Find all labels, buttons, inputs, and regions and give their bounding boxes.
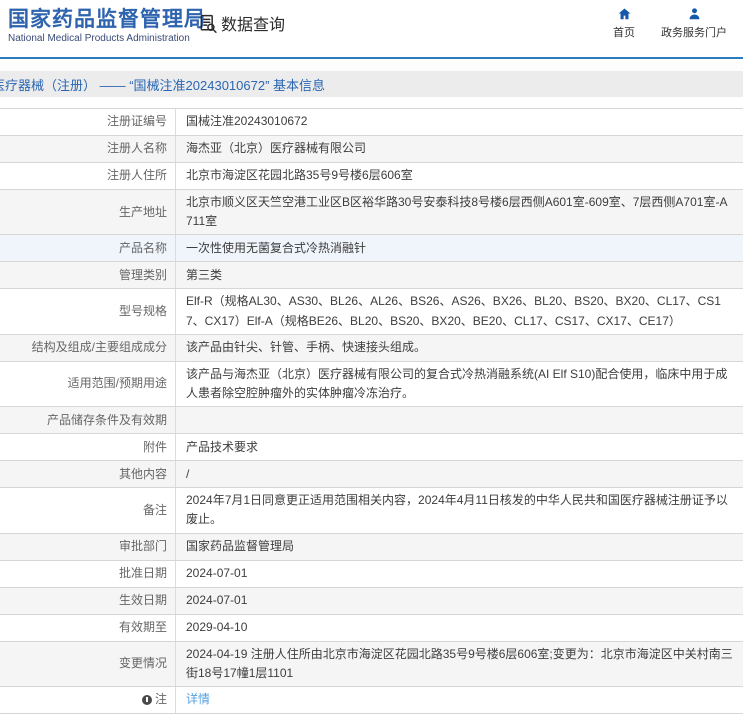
row-value: 一次性使用无菌复合式冷热消融针 xyxy=(186,240,367,255)
row-value: 详情 xyxy=(176,687,743,712)
table-row: 产品名称 一次性使用无菌复合式冷热消融针 xyxy=(0,235,743,263)
row-value: 2024年7月1日同意更正适用范围相关内容，2024年4月11日核发的中华人民共… xyxy=(186,493,728,527)
row-label-text: 产品储存条件及有效期 xyxy=(46,412,167,427)
row-label-text: 备注 xyxy=(142,502,167,517)
row-label: 生效日期 xyxy=(0,587,176,614)
data-query-icon xyxy=(198,13,218,34)
note-icon xyxy=(141,694,152,705)
row-label: 变更情况 xyxy=(0,641,176,686)
row-label-text: 注册人名称 xyxy=(106,141,167,156)
row-value: 国家药品监督管理局 xyxy=(186,538,295,553)
table-row: 附件 产品技术要求 xyxy=(0,434,743,462)
row-value: 国械注准20243010672 xyxy=(186,114,308,129)
details-link[interactable]: 详情 xyxy=(186,692,210,706)
table-row: 其他内容 / xyxy=(0,461,743,489)
row-label: 型号规格 xyxy=(0,289,176,334)
row-label: 有效期至 xyxy=(0,614,176,641)
row-value: 海杰亚（北京）医疗器械有限公司 xyxy=(186,141,367,156)
row-label-text: 适用范围/预期用途 xyxy=(67,376,167,391)
data-query-nav[interactable]: 数据查询 xyxy=(198,11,285,35)
table-row: 适用范围/预期用途 该产品与海杰亚（北京）医疗器械有限公司的复合式冷热消融系统(A… xyxy=(0,361,743,408)
row-label-text: 生效日期 xyxy=(118,592,167,607)
nav-home-label: 首页 xyxy=(613,27,635,39)
page-title: 医疗器械（注册） —— “国械注准20243010672” 基本信息 xyxy=(0,77,326,93)
table-row: 型号规格 Elf-R（规格AL30、AS30、BL26、AL26、BS26、AS2… xyxy=(0,289,743,335)
row-label-text: 型号规格 xyxy=(118,303,167,318)
row-value: 2024-07-01 xyxy=(186,592,248,607)
row-label-text: 管理类别 xyxy=(118,267,167,282)
table-row: 注册证编号 国械注准20243010672 xyxy=(0,109,743,136)
home-icon xyxy=(617,7,632,21)
table-row: 注 详情 xyxy=(0,686,743,714)
row-value: 2024-04-19 注册人住所由北京市海淀区花园北路35号9号楼6层606室;… xyxy=(186,646,733,680)
row-label-text: 其他内容 xyxy=(118,466,167,481)
logo-title: 国家药品监督管理局 xyxy=(8,8,206,31)
row-label-text: 生产地址 xyxy=(118,204,167,219)
row-value: 2024-07-01 xyxy=(186,565,248,580)
spacer xyxy=(0,59,743,71)
row-label: 结构及组成/主要组成成分 xyxy=(0,334,176,361)
page: 国家药品监督管理局 National Medical Products Admi… xyxy=(0,0,743,714)
row-value: 该产品与海杰亚（北京）医疗器械有限公司的复合式冷热消融系统(AI Elf S10… xyxy=(186,366,728,400)
row-value xyxy=(176,417,743,423)
table-row: 注册人名称 海杰亚（北京）医疗器械有限公司 xyxy=(0,136,743,163)
data-query-label: 数据查询 xyxy=(221,17,286,34)
row-label: 注册人住所 xyxy=(0,163,176,189)
row-value: 北京市顺义区天竺空港工业区B区裕华路30号安泰科技8号楼6层西侧A601室-60… xyxy=(186,195,728,229)
row-label-text: 附件 xyxy=(142,439,167,454)
row-label: 注册证编号 xyxy=(0,109,176,135)
nav-portal-label: 政务服务门户 xyxy=(661,27,727,39)
row-label: 审批部门 xyxy=(0,533,176,560)
row-label-text: 产品名称 xyxy=(118,240,167,255)
row-value: 产品技术要求 xyxy=(186,439,259,454)
row-label-text: 审批部门 xyxy=(118,538,167,553)
user-icon xyxy=(687,7,702,21)
row-value: 2029-04-10 xyxy=(186,619,248,634)
table-row: 注册人住所 北京市海淀区花园北路35号9号楼6层606室 xyxy=(0,163,743,190)
row-label-text: 有效期至 xyxy=(118,619,167,634)
table-row: 有效期至 2029-04-10 xyxy=(0,614,743,642)
row-value: Elf-R（规格AL30、AS30、BL26、AL26、BS26、AS26、BX… xyxy=(186,294,721,328)
table-row: 生效日期 2024-07-01 xyxy=(0,587,743,615)
table-row: 审批部门 国家药品监督管理局 xyxy=(0,533,743,561)
row-label-text: 注册证编号 xyxy=(106,114,167,129)
row-label: 管理类别 xyxy=(0,262,176,289)
row-label-text: 注册人住所 xyxy=(106,168,167,183)
row-label: 其他内容 xyxy=(0,461,176,488)
row-label: 产品储存条件及有效期 xyxy=(0,407,176,434)
nav-portal[interactable]: 政务服务门户 xyxy=(661,7,727,40)
row-label: 备注 xyxy=(0,488,176,533)
info-table: 注册证编号 国械注准20243010672 注册人名称 海杰亚（北京）医疗器械有限公司… xyxy=(0,108,743,714)
header-right-nav: 首页 政务服务门户 xyxy=(613,7,727,40)
row-label: 生产地址 xyxy=(0,190,176,235)
row-label: 批准日期 xyxy=(0,560,176,587)
row-value: 第三类 xyxy=(186,267,223,282)
row-label: 产品名称 xyxy=(0,235,176,262)
site-logo[interactable]: 国家药品监督管理局 National Medical Products Admi… xyxy=(8,7,206,44)
table-row: 管理类别 第三类 xyxy=(0,262,743,290)
table-row: 结构及组成/主要组成成分 该产品由针尖、针管、手柄、快速接头组成。 xyxy=(0,334,743,362)
row-label-text: 批准日期 xyxy=(118,565,167,580)
nav-home[interactable]: 首页 xyxy=(613,7,635,40)
table-row: 变更情况 2024-04-19 注册人住所由北京市海淀区花园北路35号9号楼6层6… xyxy=(0,641,743,687)
table-row: 备注 2024年7月1日同意更正适用范围相关内容，2024年4月11日核发的中华人… xyxy=(0,488,743,534)
table-row: 产品储存条件及有效期 xyxy=(0,407,743,435)
row-value: / xyxy=(186,466,190,481)
row-label: 附件 xyxy=(0,434,176,461)
row-value: 北京市海淀区花园北路35号9号楼6层606室 xyxy=(186,168,413,183)
row-label: 注册人名称 xyxy=(0,136,176,162)
row-label: 适用范围/预期用途 xyxy=(0,361,176,407)
table-row: 生产地址 北京市顺义区天竺空港工业区B区裕华路30号安泰科技8号楼6层西侧A601… xyxy=(0,190,743,236)
logo-subtitle: National Medical Products Administration xyxy=(8,33,190,45)
table-row: 批准日期 2024-07-01 xyxy=(0,560,743,588)
spacer xyxy=(0,97,743,108)
site-header: 国家药品监督管理局 National Medical Products Admi… xyxy=(0,0,743,57)
row-label-text: 注 xyxy=(154,692,167,707)
row-label-text: 变更情况 xyxy=(118,656,167,671)
row-value: 该产品由针尖、针管、手柄、快速接头组成。 xyxy=(186,340,427,355)
page-title-bar: 医疗器械（注册） —— “国械注准20243010672” 基本信息 xyxy=(0,71,743,97)
row-label: 注 xyxy=(0,686,176,713)
row-label-text: 结构及组成/主要组成成分 xyxy=(31,340,167,355)
